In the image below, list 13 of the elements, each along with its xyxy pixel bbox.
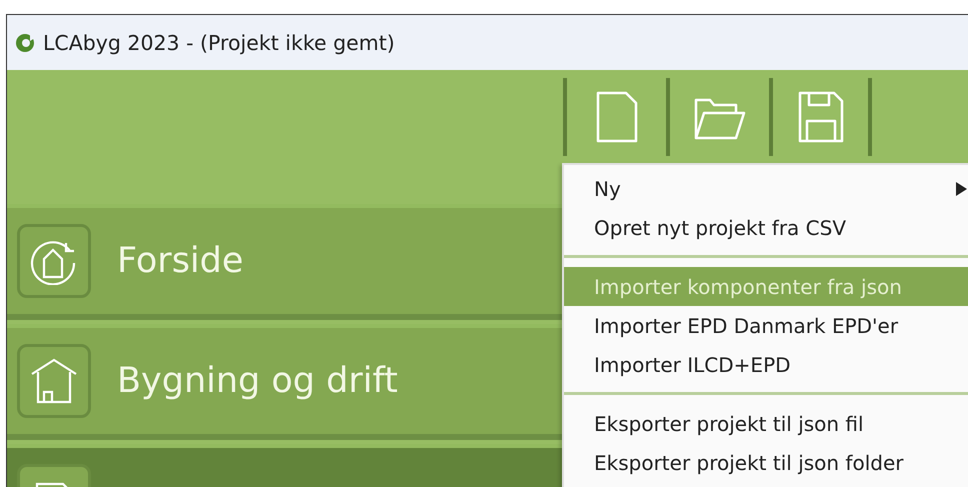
- save-icon: [796, 91, 844, 143]
- nav-label: Bygning og drift: [117, 361, 398, 401]
- menu-item[interactable]: Eksporter projekt til json fil: [564, 404, 968, 443]
- window-title: LCAbyg 2023 - (Projekt ikke gemt): [43, 30, 395, 54]
- menu-item[interactable]: Opret nyt projekt fra CSV: [564, 208, 968, 247]
- menu-item[interactable]: Importer ILCD+EPD: [564, 345, 968, 384]
- house-icon: [29, 356, 79, 406]
- menu-item[interactable]: Eksporter projekt til json folder: [564, 443, 968, 482]
- app-logo-icon: [15, 32, 35, 52]
- nav-label: Forside: [117, 241, 244, 281]
- save-button[interactable]: [769, 78, 872, 156]
- menu-item[interactable]: Ny: [564, 169, 968, 208]
- new-file-icon: [594, 91, 638, 143]
